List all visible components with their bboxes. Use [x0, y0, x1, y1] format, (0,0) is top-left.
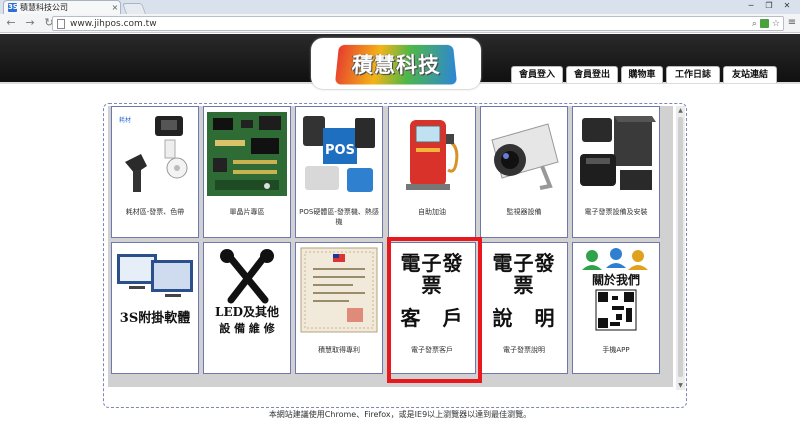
scroll-up-icon[interactable]: ▲ — [676, 106, 685, 115]
product-card-software[interactable]: 3S附掛軟體 — [111, 242, 199, 374]
nav-login[interactable]: 會員登入 — [511, 66, 563, 83]
browser-toolbar: ← → ↻ www.jihpos.com.tw ⌕ ☆ ≡ — [0, 14, 800, 33]
site-logo[interactable]: 積慧科技 — [311, 38, 481, 89]
product-card-mobile-app[interactable]: 關於我們 手機APP — [572, 242, 660, 374]
pos-printer-icon: POS — [299, 110, 379, 198]
site-nav: 會員登入 會員登出 購物車 工作日誌 友站連結 — [511, 66, 777, 83]
circuit-board-icon — [207, 110, 287, 198]
minimize-icon[interactable]: ─ — [742, 0, 760, 12]
forward-arrow-icon[interactable]: → — [22, 15, 38, 31]
site-favicon-icon: 3S — [8, 3, 18, 12]
product-card-consumables[interactable]: 耗材 耗材區-發票、色帶 — [111, 106, 199, 238]
extension-icon[interactable] — [759, 19, 769, 28]
browser-tab-strip: 3S 積慧科技公司 × ─ ❐ ✕ — [0, 0, 800, 14]
fuel-pump-icon — [392, 110, 472, 198]
security-camera-icon — [484, 110, 564, 198]
new-tab-button[interactable] — [121, 3, 147, 14]
nav-logout[interactable]: 會員登出 — [566, 66, 618, 83]
browser-recommendation: 本網站建議使用Chrome、Firefox，或是IE9以上瀏覽器以達到最佳瀏覽。 — [268, 410, 532, 419]
product-card-repair[interactable]: LED及其他 設 備 維 修 — [203, 242, 291, 374]
mobile-app-icon: 關於我們 — [576, 246, 656, 334]
product-caption: 監視器設備 — [506, 208, 542, 216]
page-icon — [57, 18, 65, 29]
nav-friend-links[interactable]: 友站連結 — [723, 66, 777, 83]
close-window-icon[interactable]: ✕ — [778, 0, 796, 12]
browser-menu-icon[interactable]: ≡ — [786, 17, 798, 29]
product-card-pos-hardware[interactable]: POS POS硬體區-發票機、熱感機 — [295, 106, 383, 238]
logo-mark: 積慧科技 — [334, 44, 458, 85]
grid-scrollbar[interactable]: ▲ ▼ — [676, 106, 685, 390]
product-card-einvoice-equipment[interactable]: 電子發票設備及安裝 — [572, 106, 660, 238]
product-card-self-fuel[interactable]: 自助加油 — [388, 106, 476, 238]
product-caption: 電子發票說明 — [503, 346, 545, 354]
highlight-box — [387, 237, 482, 383]
back-arrow-icon[interactable]: ← — [3, 15, 19, 31]
scroll-thumb[interactable] — [678, 117, 683, 377]
window-controls: ─ ❐ ✕ — [742, 0, 796, 12]
product-caption: 單晶片專區 — [229, 208, 265, 216]
software-label: 3S附掛軟體 — [120, 310, 190, 326]
barcode-scanner-icon: 耗材 — [115, 110, 195, 198]
invoice-printer-icon — [576, 110, 656, 198]
logo-text: 積慧科技 — [350, 51, 442, 77]
bookmark-star-icon[interactable]: ☆ — [772, 19, 780, 29]
repair-tools-icon: LED及其他 設 備 維 修 — [207, 246, 287, 334]
einvoice-info-line-1: 電子發票 — [492, 250, 556, 297]
pos-label: POS — [325, 143, 355, 158]
svg-text:耗材: 耗材 — [119, 116, 131, 124]
product-caption: 積慧取得專利 — [318, 346, 360, 354]
product-caption: 自助加油 — [418, 208, 446, 216]
url-text: www.jihpos.com.tw — [70, 18, 157, 29]
tab-title: 積慧科技公司 — [20, 3, 68, 12]
software-monitors-icon: 3S附掛軟體 — [115, 246, 195, 334]
nav-cart[interactable]: 購物車 — [621, 66, 663, 83]
einvoice-info-line-2: 說 明 — [492, 305, 556, 330]
tab-close-icon[interactable]: × — [110, 3, 120, 12]
address-bar[interactable]: www.jihpos.com.tw ⌕ ☆ — [52, 16, 784, 31]
about-us-label: 關於我們 — [592, 272, 640, 287]
scroll-down-icon[interactable]: ▼ — [676, 381, 685, 390]
patent-certificate-icon — [299, 246, 379, 334]
nav-work-log[interactable]: 工作日誌 — [666, 66, 720, 83]
repair-label-1: LED及其他 — [215, 304, 279, 319]
browser-tab[interactable]: 3S 積慧科技公司 × — [3, 0, 121, 14]
product-card-einvoice-info[interactable]: 電子發票 說 明 電子發票說明 — [480, 242, 568, 374]
search-icon[interactable]: ⌕ — [752, 19, 757, 29]
product-caption: POS硬體區-發票機、熱感機 — [299, 208, 379, 226]
product-card-surveillance[interactable]: 監視器設備 — [480, 106, 568, 238]
product-caption: 電子發票設備及安裝 — [584, 208, 648, 216]
product-card-microcontroller[interactable]: 單晶片專區 — [203, 106, 291, 238]
einvoice-info-icon: 電子發票 說 明 — [484, 246, 564, 334]
restore-icon[interactable]: ❐ — [760, 0, 778, 12]
product-caption: 手機APP — [602, 346, 630, 354]
product-caption: 耗材區-發票、色帶 — [125, 208, 185, 216]
repair-label-2: 設 備 維 修 — [219, 321, 275, 334]
product-card-patent[interactable]: 積慧取得專利 — [295, 242, 383, 374]
